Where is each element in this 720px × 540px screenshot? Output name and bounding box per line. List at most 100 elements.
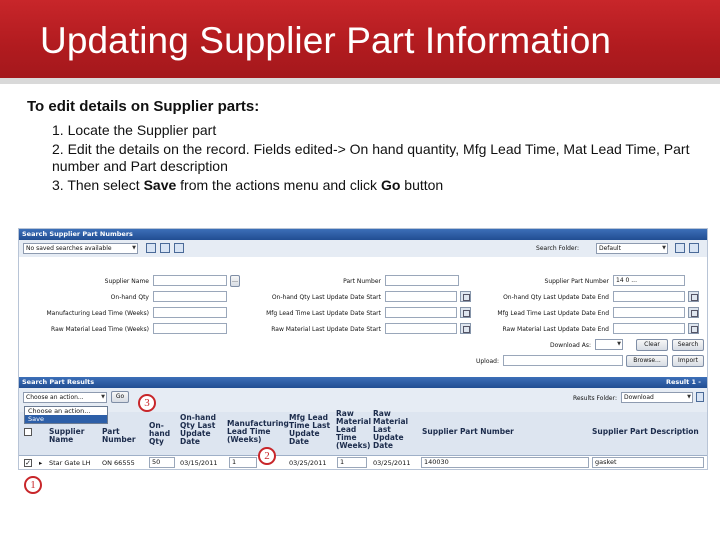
step-3: 3. Then select Save from the actions men… xyxy=(52,177,692,194)
step-2: 2. Edit the details on the record. Field… xyxy=(52,141,690,174)
search-panel-title: Search Supplier Part Numbers xyxy=(19,229,707,240)
search-form: Supplier Name … On-hand Qty Manufacturin… xyxy=(19,257,707,373)
cell-supplier-name: Star Gate LH xyxy=(49,459,91,467)
results-folder-select[interactable]: Download xyxy=(621,392,693,403)
col-mfg-date[interactable]: Mfg Lead Time Last Update Date xyxy=(289,414,333,446)
supplier-lookup-button[interactable]: … xyxy=(230,275,240,287)
edit-folder-icon[interactable] xyxy=(696,392,704,402)
supplier-name-input[interactable] xyxy=(153,275,227,286)
mfg-lead-time-label: Manufacturing Lead Time (Weeks) xyxy=(46,310,149,317)
calendar-icon[interactable] xyxy=(460,323,471,334)
step-3-part-a: 3. Then select xyxy=(52,177,144,193)
steps-list: 1. Locate the Supplier part 2. Edit the … xyxy=(52,122,692,196)
results-title: Search Part Results xyxy=(22,378,95,386)
cell-onhand-qty-input[interactable]: 50 xyxy=(149,457,175,468)
step-3-part-b: from the actions menu and click xyxy=(176,177,381,193)
clear-button[interactable]: Clear xyxy=(636,339,668,351)
calendar-icon[interactable] xyxy=(688,291,699,302)
upload-input[interactable] xyxy=(503,355,623,366)
cell-raw-lead-time-input[interactable]: 1 xyxy=(337,457,367,468)
go-button[interactable]: Go xyxy=(111,391,129,403)
mfg-end-input[interactable] xyxy=(613,307,685,318)
onhand-qty-label: On-hand Qty xyxy=(110,294,149,301)
raw-lead-time-label: Raw Material Lead Time (Weeks) xyxy=(51,326,149,333)
download-as-select[interactable] xyxy=(595,339,623,350)
raw-end-input[interactable] xyxy=(613,323,685,334)
col-mfg-lead-time[interactable]: Manufacturing Lead Time (Weeks) xyxy=(227,420,289,444)
onhand-start-input[interactable] xyxy=(385,291,457,302)
part-number-input[interactable] xyxy=(385,275,459,286)
mfg-start-label: Mfg Lead Time Last Update Date Start xyxy=(266,310,381,317)
calendar-icon[interactable] xyxy=(688,307,699,318)
action-select[interactable]: Choose an action... xyxy=(23,392,107,403)
search-toolbar: No saved searches available Search Folde… xyxy=(19,240,707,257)
onhand-qty-input[interactable] xyxy=(153,291,227,302)
step-3-go: Go xyxy=(380,177,401,193)
raw-end-label: Raw Material Last Update Date End xyxy=(502,326,609,333)
results-toolbar: Choose an action... Go Results Folder: D… xyxy=(19,388,707,412)
calendar-icon[interactable] xyxy=(460,291,471,302)
result-count: Result 1 - xyxy=(666,378,701,386)
cell-onhand-date: 03/15/2011 xyxy=(180,459,218,467)
col-raw-date[interactable]: Raw Material Last Update Date xyxy=(373,410,413,450)
supplier-name-label: Supplier Name xyxy=(104,278,149,285)
col-onhand-date[interactable]: On-hand Qty Last Update Date xyxy=(180,414,222,446)
menu-item-choose-action[interactable]: Choose an action... xyxy=(25,407,107,415)
onhand-end-input[interactable] xyxy=(613,291,685,302)
results-folder-label: Results Folder: xyxy=(572,395,617,402)
callout-2: 2 xyxy=(258,447,276,465)
supplier-part-number-input[interactable]: 14 0 ... xyxy=(613,275,685,286)
col-onhand-qty[interactable]: On-hand Qty xyxy=(149,422,175,446)
mfg-end-label: Mfg Lead Time Last Update Date End xyxy=(497,310,609,317)
raw-start-label: Raw Material Last Update Date Start xyxy=(271,326,381,333)
menu-item-save[interactable]: Save xyxy=(25,415,107,423)
cell-description-input[interactable]: gasket xyxy=(592,457,704,468)
application-screenshot: Search Supplier Part Numbers No saved se… xyxy=(18,228,708,470)
cell-mfg-date: 03/25/2011 xyxy=(289,459,327,467)
select-all-checkbox[interactable] xyxy=(24,428,32,436)
col-raw-lead-time[interactable]: Raw Material Lead Time (Weeks) xyxy=(336,410,372,450)
col-supplier-part-description[interactable]: Supplier Part Description xyxy=(592,428,707,436)
import-button[interactable]: Import xyxy=(672,355,704,367)
search-button[interactable]: Search xyxy=(672,339,704,351)
delete-search-icon[interactable] xyxy=(174,243,184,253)
col-part-number[interactable]: Part Number xyxy=(102,428,136,444)
raw-start-input[interactable] xyxy=(385,323,457,334)
table-row: ✓ ▸ Star Gate LH ON 66555 50 03/15/2011 … xyxy=(19,456,707,469)
part-number-label: Part Number xyxy=(343,278,381,285)
step-3-part-c: button xyxy=(400,177,444,193)
slide-title: Updating Supplier Part Information xyxy=(40,20,612,61)
step-1: 1. Locate the Supplier part xyxy=(52,122,217,138)
cell-mfg-lead-time-input[interactable]: 1 xyxy=(229,457,257,468)
onhand-start-label: On-hand Qty Last Update Date Start xyxy=(271,294,381,301)
folder-icon[interactable] xyxy=(160,243,170,253)
calendar-icon[interactable] xyxy=(688,323,699,334)
col-supplier-part-number[interactable]: Supplier Part Number xyxy=(422,428,572,436)
saved-search-select[interactable]: No saved searches available xyxy=(23,243,138,254)
action-dropdown-menu: Choose an action... Save xyxy=(24,406,108,424)
intro-text: To edit details on Supplier parts: xyxy=(27,98,260,115)
header-rule xyxy=(0,78,720,84)
cell-supplier-part-number-input[interactable]: 140030 xyxy=(421,457,589,468)
calendar-icon[interactable] xyxy=(460,307,471,318)
expand-row-icon[interactable]: ▸ xyxy=(39,459,42,467)
results-grid-header: Supplier Name Part Number On-hand Qty On… xyxy=(19,410,707,456)
edit-folder-icon[interactable] xyxy=(675,243,685,253)
row-checkbox[interactable]: ✓ xyxy=(24,459,32,467)
delete-folder-icon[interactable] xyxy=(689,243,699,253)
search-folder-select[interactable]: Default xyxy=(596,243,668,254)
results-panel-title: Search Part Results Result 1 - xyxy=(19,377,707,388)
raw-lead-time-input[interactable] xyxy=(153,323,227,334)
col-supplier-name[interactable]: Supplier Name xyxy=(49,428,97,444)
mfg-lead-time-input[interactable] xyxy=(153,307,227,318)
browse-button[interactable]: Browse... xyxy=(626,355,668,367)
slide-header: Updating Supplier Part Information xyxy=(0,0,720,78)
callout-3: 3 xyxy=(138,394,156,412)
mfg-start-input[interactable] xyxy=(385,307,457,318)
cell-part-number: ON 66555 xyxy=(102,459,135,467)
callout-1: 1 xyxy=(24,476,42,494)
supplier-part-number-label: Supplier Part Number xyxy=(544,278,609,285)
save-search-icon[interactable] xyxy=(146,243,156,253)
upload-label: Upload: xyxy=(475,358,499,365)
search-folder-label: Search Folder: xyxy=(536,245,579,252)
